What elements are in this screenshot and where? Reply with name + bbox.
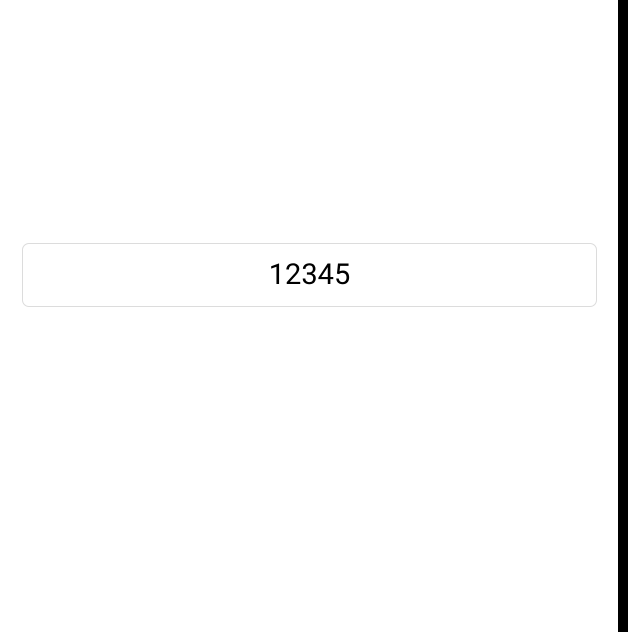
- window-border-right: [618, 0, 628, 632]
- numeric-text-input[interactable]: [22, 243, 597, 307]
- text-input-wrapper: [22, 243, 597, 307]
